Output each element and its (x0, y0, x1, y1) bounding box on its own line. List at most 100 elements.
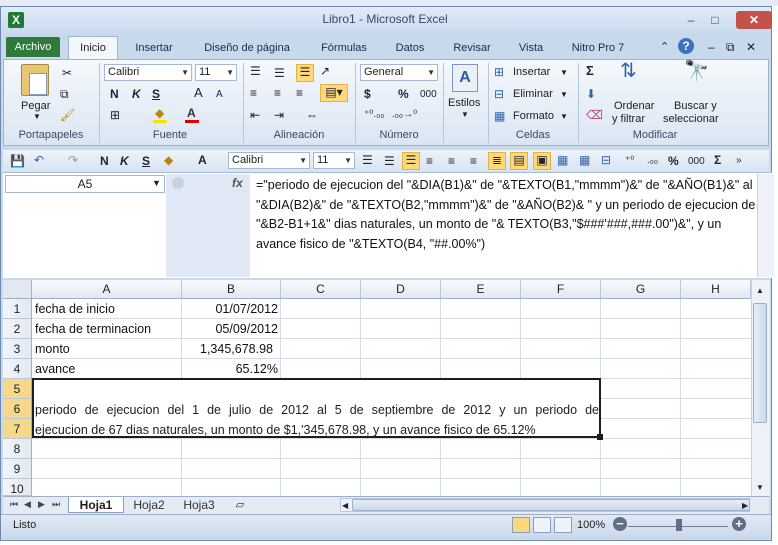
qat-bold-button[interactable]: N (100, 154, 109, 168)
align-right-icon[interactable]: ≡ (296, 86, 303, 100)
qat-justify-icon[interactable]: ≣ (488, 152, 506, 170)
tab-diseno-pagina[interactable]: Diseño de página (192, 38, 302, 58)
insert-sheet-icon[interactable]: ▱ (228, 497, 252, 513)
decrease-indent-icon[interactable]: ⇤ (250, 108, 260, 122)
row-header-6[interactable]: 6 (3, 399, 32, 419)
qat-align-bottom-icon[interactable]: ☰ (402, 152, 420, 170)
font-name-combo[interactable]: Calibri ▼ (104, 64, 192, 81)
row-header-8[interactable]: 8 (3, 439, 32, 459)
column-header-b[interactable]: B (182, 280, 281, 299)
tab-vista[interactable]: Vista (508, 38, 554, 58)
delete-cells-icon[interactable]: ⊟ (494, 87, 504, 101)
tab-archivo[interactable]: Archivo (6, 37, 60, 57)
insert-function-button[interactable]: fx (232, 176, 243, 190)
qat-autosum-button[interactable]: Σ (714, 153, 721, 167)
column-header-d[interactable]: D (361, 280, 441, 299)
font-color-icon[interactable]: A (187, 106, 196, 120)
tab-datos[interactable]: Datos (386, 38, 434, 58)
qat-align-top-icon[interactable]: ☰ (362, 153, 373, 167)
percent-button[interactable]: % (398, 87, 409, 101)
workbook-restore-button[interactable]: ⧉ (726, 40, 735, 54)
qat-percent-button[interactable]: % (668, 154, 679, 168)
borders-icon[interactable]: ⊞ (110, 108, 120, 122)
row-header-5[interactable]: 5 (3, 379, 32, 399)
qat-size-combo[interactable]: 11 ▼ (313, 152, 355, 169)
increase-decimal-icon[interactable]: ⁺⁰.₀₀ (364, 108, 384, 122)
qat-delete-row-icon[interactable]: ⊟ (601, 153, 611, 167)
zoom-out-icon[interactable]: − (613, 517, 627, 531)
sort-filter-label[interactable]: Ordenar (614, 100, 654, 112)
zoom-in-icon[interactable]: + (732, 517, 746, 531)
align-bottom-icon[interactable]: ☰ (296, 64, 314, 82)
last-sheet-icon[interactable]: ⏭ (52, 499, 60, 510)
insert-cells-button[interactable]: Insertar (513, 66, 550, 78)
format-cells-button[interactable]: Formato (513, 110, 554, 122)
column-header-f[interactable]: F (521, 280, 601, 299)
close-button[interactable]: ✕ (736, 11, 772, 29)
decrease-decimal-icon[interactable]: .₀₀→⁰ (392, 108, 417, 122)
italic-button[interactable]: K (132, 87, 141, 101)
cell-b2[interactable]: 05/09/2012 (182, 319, 278, 339)
autosum-button[interactable]: Σ (586, 64, 594, 78)
qat-decrease-decimal-icon[interactable]: .₀₀ (647, 154, 658, 168)
qat-borders-icon[interactable]: ▦ (557, 153, 568, 167)
qat-more-icon[interactable]: » (736, 154, 742, 168)
cell-b4[interactable]: 65.12% (182, 359, 278, 379)
name-box[interactable]: A5 (5, 175, 165, 193)
find-select-label-2[interactable]: seleccionar (663, 113, 719, 125)
cell-a4[interactable]: avance (35, 359, 75, 379)
vertical-scroll-thumb[interactable] (753, 303, 767, 423)
tab-nitro[interactable]: Nitro Pro 7 (562, 38, 634, 58)
shrink-font-button[interactable]: A (216, 88, 223, 102)
next-sheet-icon[interactable]: ▶ (38, 499, 45, 510)
row-header-4[interactable]: 4 (3, 359, 32, 379)
fill-color-icon[interactable]: ◆ (155, 106, 164, 120)
bold-button[interactable]: N (110, 87, 119, 101)
column-header-a[interactable]: A (32, 280, 182, 299)
qat-fill-color-icon[interactable]: ◆ (164, 153, 173, 167)
find-select-label[interactable]: Buscar y (674, 100, 717, 112)
minimize-button[interactable]: – (680, 13, 702, 29)
sheet-tab-hoja2[interactable]: Hoja2 (126, 497, 172, 513)
insert-cells-icon[interactable]: ⊞ (494, 65, 504, 79)
column-header-c[interactable]: C (281, 280, 361, 299)
scroll-left-icon[interactable]: ◀ (342, 499, 348, 513)
underline-button[interactable]: S (152, 87, 160, 101)
sort-filter-label-2[interactable]: y filtrar (612, 113, 645, 125)
qat-font-combo[interactable]: Calibri ▼ (228, 152, 310, 169)
qat-increase-decimal-icon[interactable]: ⁺⁰ (625, 154, 634, 168)
page-layout-view-icon[interactable] (533, 517, 551, 533)
qat-align-center-icon[interactable]: ≡ (448, 154, 455, 168)
qat-thousands-button[interactable]: 000 (688, 155, 705, 169)
chevron-down-icon[interactable]: ▼ (560, 68, 568, 77)
align-top-icon[interactable]: ☰ (250, 64, 261, 78)
chevron-down-icon[interactable]: ▼ (560, 112, 568, 121)
cell-b3[interactable]: 1,345,678.98 (182, 339, 273, 359)
cell-b1[interactable]: 01/07/2012 (182, 299, 278, 319)
qat-insert-row-icon[interactable]: ▦ (579, 153, 590, 167)
font-size-combo[interactable]: 11 ▼ (195, 64, 237, 81)
paste-icon[interactable] (21, 64, 49, 96)
workbook-minimize-button[interactable]: – (708, 40, 715, 54)
qat-merge-icon[interactable]: ▣ (533, 152, 551, 170)
thousands-button[interactable]: 000 (420, 88, 437, 102)
qat-underline-button[interactable]: S (142, 154, 150, 168)
styles-dropdown-icon[interactable]: ▼ (461, 110, 469, 119)
sheet-tab-hoja3[interactable]: Hoja3 (176, 497, 222, 513)
chevron-down-icon[interactable]: ▼ (560, 90, 568, 99)
grow-font-button[interactable]: A (194, 86, 203, 100)
formula-content[interactable]: ="periodo de ejecucion del "&DIA(B1)&" d… (256, 176, 756, 254)
qat-italic-button[interactable]: K (120, 154, 129, 168)
align-left-icon[interactable]: ≡ (250, 86, 257, 100)
select-all-button[interactable] (3, 280, 32, 299)
cell-a2[interactable]: fecha de terminacion (35, 319, 151, 339)
zoom-level[interactable]: 100% (577, 519, 605, 531)
cancel-entry-icon[interactable] (172, 177, 184, 189)
align-center-icon[interactable]: ≡ (274, 86, 281, 100)
ribbon-collapse-icon[interactable]: ⌃ (660, 40, 669, 54)
prev-sheet-icon[interactable]: ◀ (24, 499, 31, 510)
copy-icon[interactable]: ⧉ (60, 87, 69, 101)
name-box-dropdown-icon[interactable]: ▼ (152, 178, 161, 188)
cell-a1[interactable]: fecha de inicio (35, 299, 115, 319)
number-format-combo[interactable]: General ▼ (360, 64, 438, 81)
